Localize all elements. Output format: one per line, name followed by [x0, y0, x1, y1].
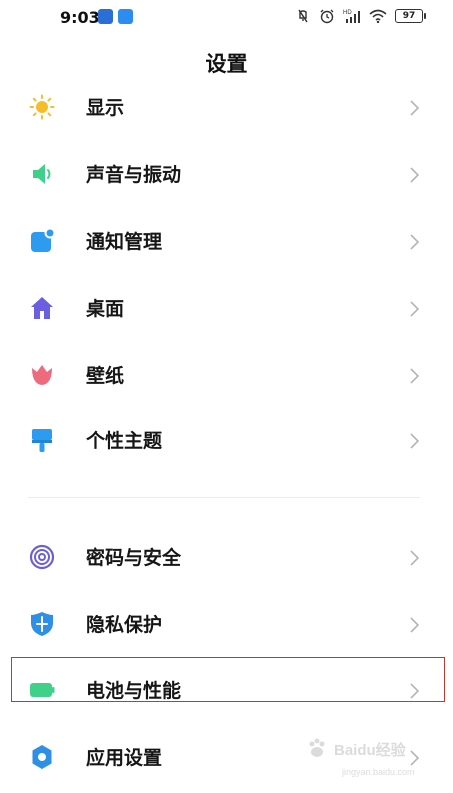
- speaker-icon: [33, 164, 51, 184]
- settings-item-label: 通知管理: [86, 231, 163, 253]
- chevron-right-icon: [410, 234, 420, 250]
- notification-icon: [31, 228, 55, 252]
- settings-item-home-screen[interactable]: 桌面: [0, 281, 453, 337]
- settings-item-label: 声音与振动: [86, 164, 182, 186]
- settings-item-themes[interactable]: 个性主题: [0, 413, 453, 469]
- settings-item-label: 密码与安全: [86, 547, 182, 569]
- chevron-right-icon: [410, 617, 420, 633]
- settings-item-wallpaper[interactable]: 壁纸: [0, 348, 453, 404]
- shield-icon: [31, 612, 53, 636]
- section-divider: [28, 497, 420, 498]
- fingerprint-icon: [29, 544, 55, 570]
- status-bar: 9:03 HD 97: [0, 0, 453, 34]
- page-title: 设置: [205, 52, 248, 76]
- settings-item-label: 壁纸: [86, 365, 125, 387]
- settings-item-sound-vibration[interactable]: 声音与振动: [0, 147, 453, 203]
- watermark: Baidu经验 jingyan.baidu.com: [309, 737, 443, 787]
- app-notification-icon: [118, 9, 133, 24]
- app-notification-icon: [98, 9, 113, 24]
- settings-item-label: 应用设置: [86, 747, 163, 769]
- watermark-url: jingyan.baidu.com: [342, 767, 415, 777]
- chevron-right-icon: [410, 550, 420, 566]
- tulip-icon: [32, 365, 52, 385]
- battery-indicator: 97: [395, 9, 426, 23]
- settings-item-label: 隐私保护: [86, 614, 163, 636]
- settings-item-label: 显示: [86, 97, 125, 119]
- gear-icon: [32, 745, 52, 769]
- highlight-annotation: [11, 657, 445, 702]
- chevron-right-icon: [410, 100, 420, 116]
- settings-item-label: 桌面: [86, 298, 125, 320]
- status-time: 9:03: [60, 8, 100, 27]
- chevron-right-icon: [410, 368, 420, 384]
- settings-item-password-security[interactable]: 密码与安全: [0, 530, 453, 586]
- settings-item-privacy[interactable]: 隐私保护: [0, 597, 453, 653]
- home-icon: [31, 297, 53, 319]
- settings-item-label: 个性主题: [86, 430, 163, 452]
- paint-brush-icon: [32, 429, 52, 452]
- alarm-icon: [320, 9, 334, 24]
- signal-icon: HD: [343, 10, 360, 23]
- wifi-icon: [369, 9, 387, 23]
- sun-icon: [29, 94, 55, 120]
- svg-text:HD: HD: [343, 10, 352, 16]
- chevron-right-icon: [410, 167, 420, 183]
- settings-item-display[interactable]: 显示: [0, 80, 453, 136]
- chevron-right-icon: [410, 301, 420, 317]
- baidu-paw-icon: [309, 738, 325, 757]
- chevron-right-icon: [410, 433, 420, 449]
- settings-item-notifications[interactable]: 通知管理: [0, 214, 453, 270]
- watermark-brand: Baidu经验: [334, 742, 406, 759]
- status-icons: HD 97: [295, 8, 426, 24]
- vibrate-off-icon: [298, 9, 308, 23]
